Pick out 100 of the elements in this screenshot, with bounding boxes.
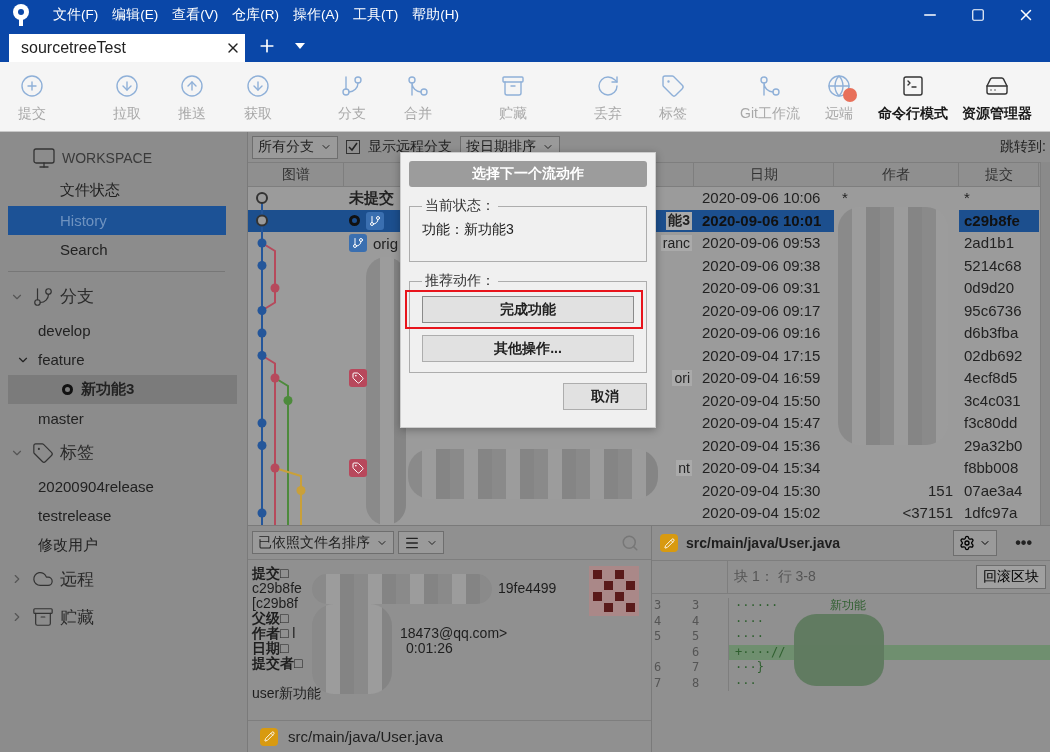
description-cell[interactable]: ranc	[655, 232, 694, 255]
section-title[interactable]: 分支	[60, 285, 94, 308]
terminal-icon	[901, 74, 925, 98]
file-row[interactable]: src/main/java/User.java	[248, 720, 651, 752]
drive-icon	[985, 74, 1009, 98]
section-title[interactable]: 贮藏	[60, 605, 94, 629]
date-cell[interactable]: 2020-09-04 16:59	[694, 367, 834, 390]
more-button[interactable]: •••	[1005, 534, 1042, 552]
menu-item[interactable]: 文件(F)	[46, 6, 106, 24]
date-cell[interactable]: 2020-09-04 17:15	[694, 344, 834, 367]
description-cell[interactable]: nt	[655, 457, 694, 480]
commit-node	[257, 261, 267, 270]
column-header[interactable]: 提交	[959, 163, 1039, 186]
detail-line: 提交□	[252, 566, 289, 581]
author-cell[interactable]: 151	[834, 479, 959, 502]
group-label: 当前状态：	[424, 197, 496, 215]
commit-cell-text: 5214c68	[963, 255, 1023, 276]
code-line: ····	[735, 613, 764, 628]
date-cell[interactable]: 2020-09-04 15:02	[694, 502, 834, 525]
toolbar-button[interactable]: 命令行模式	[872, 72, 954, 123]
action-button[interactable]: 其他操作...	[422, 335, 634, 362]
commit-cell-text: *	[963, 188, 971, 208]
branch-filter-dropdown[interactable]: 所有分支	[252, 135, 338, 159]
sidebar-item[interactable]: Search	[8, 235, 226, 265]
author-cell[interactable]: <37151	[834, 502, 959, 525]
date-cell[interactable]: 2020-09-06 09:16	[694, 322, 834, 345]
checkbox[interactable]	[346, 140, 360, 154]
line-number: 7	[692, 660, 700, 674]
date-cell[interactable]: 2020-09-06 09:31	[694, 277, 834, 300]
date-cell[interactable]: 2020-09-06 10:06	[694, 187, 834, 210]
section-icon	[32, 285, 54, 308]
description-cell[interactable]: orig	[344, 232, 400, 255]
branch-item[interactable]: 20200904release	[8, 471, 226, 501]
column-header[interactable]: 作者	[834, 163, 959, 186]
branch-item[interactable]: 修改用户	[8, 530, 226, 560]
author-cell[interactable]: *	[834, 187, 959, 210]
branch-item[interactable]: develop	[8, 315, 226, 345]
commit-node	[257, 441, 267, 450]
column-header[interactable]: 图谱	[248, 163, 344, 186]
plus-circle-icon	[20, 74, 44, 98]
description-cell[interactable]: ori	[655, 367, 694, 390]
date-cell[interactable]: 2020-09-04 15:34	[694, 457, 834, 480]
detail-line: 18473@qq.com>	[400, 626, 508, 641]
code-line: ···}	[735, 660, 764, 674]
column-header[interactable]: 日期	[694, 163, 834, 186]
description-cell[interactable]: 能3	[655, 209, 694, 232]
action-button[interactable]: 完成功能	[422, 296, 634, 323]
toolbar-button[interactable]: 资源管理器	[954, 72, 1040, 123]
menu-item[interactable]: 仓库(R)	[225, 6, 286, 24]
ref-label: ori	[672, 370, 692, 387]
menu-item[interactable]: 工具(T)	[346, 6, 406, 24]
date-cell[interactable]: 2020-09-04 15:30	[694, 479, 834, 502]
revert-hunk-button[interactable]: 回滚区块	[976, 565, 1046, 589]
globe-icon	[827, 74, 851, 98]
commit-message: user新功能	[252, 686, 322, 701]
settings-dropdown[interactable]	[953, 530, 998, 556]
detail-line: 提交者□	[252, 656, 303, 671]
branch-item[interactable]: testrelease	[8, 501, 226, 531]
description-cell[interactable]	[344, 209, 400, 232]
file-sort-dropdown[interactable]: 已依照文件名排序	[252, 531, 394, 554]
description-cell[interactable]: 未提交	[344, 187, 400, 210]
date-cell[interactable]: 2020-09-06 09:53	[694, 232, 834, 255]
date-cell[interactable]: 2020-09-04 15:47	[694, 412, 834, 435]
workspace-title: WORKSPACE	[62, 150, 152, 166]
section-title[interactable]: 标签	[60, 441, 94, 464]
date-cell[interactable]: 2020-09-06 09:38	[694, 254, 834, 277]
graph-cell[interactable]	[248, 209, 344, 232]
commit-cell-text: 07ae3a4	[963, 480, 1024, 501]
detail-line: [c29b8f	[252, 596, 298, 611]
commit-cell-text: 95c6736	[963, 300, 1023, 321]
branch-item[interactable]: 新功能3	[8, 374, 237, 404]
section-title[interactable]: 远程	[60, 567, 94, 591]
date-cell[interactable]: 2020-09-06 09:17	[694, 299, 834, 322]
line-number: 7	[654, 675, 662, 690]
sidebar-item[interactable]: 文件状态	[8, 176, 226, 206]
code-line: ····	[735, 629, 764, 643]
branch-item[interactable]: master	[8, 404, 226, 434]
commit-description: orig	[373, 234, 398, 252]
cancel-button[interactable]: 取消	[563, 383, 647, 410]
view-mode-dropdown[interactable]	[398, 531, 444, 554]
commit-node	[257, 508, 267, 518]
menu-item[interactable]: 编辑(E)	[105, 6, 166, 24]
scrollbar[interactable]	[1040, 162, 1050, 525]
menu-item[interactable]: 查看(V)	[165, 6, 226, 24]
commit-description: 未提交	[349, 188, 394, 208]
menu-item[interactable]: 操作(A)	[286, 6, 346, 24]
jump-label: 跳转到:	[1000, 138, 1046, 156]
commit-cell-text: 0d9d20	[963, 278, 1016, 298]
date-cell[interactable]: 2020-09-04 15:36	[694, 434, 834, 457]
repo-tab[interactable]: sourcetreeTest	[9, 34, 245, 62]
commit-cell-text: 2ad1b1	[963, 233, 1016, 253]
commit-cell-text: f8bb008	[963, 458, 1020, 478]
branch-label: testrelease	[38, 507, 112, 525]
line-number: 5	[692, 629, 700, 643]
date-cell[interactable]: 2020-09-04 15:50	[694, 389, 834, 412]
commit-node	[257, 418, 267, 428]
caret-icon[interactable]	[295, 43, 305, 49]
branch-item[interactable]: feature	[8, 345, 226, 375]
gear-icon	[959, 535, 976, 551]
menu-item[interactable]: 帮助(H)	[405, 6, 466, 24]
